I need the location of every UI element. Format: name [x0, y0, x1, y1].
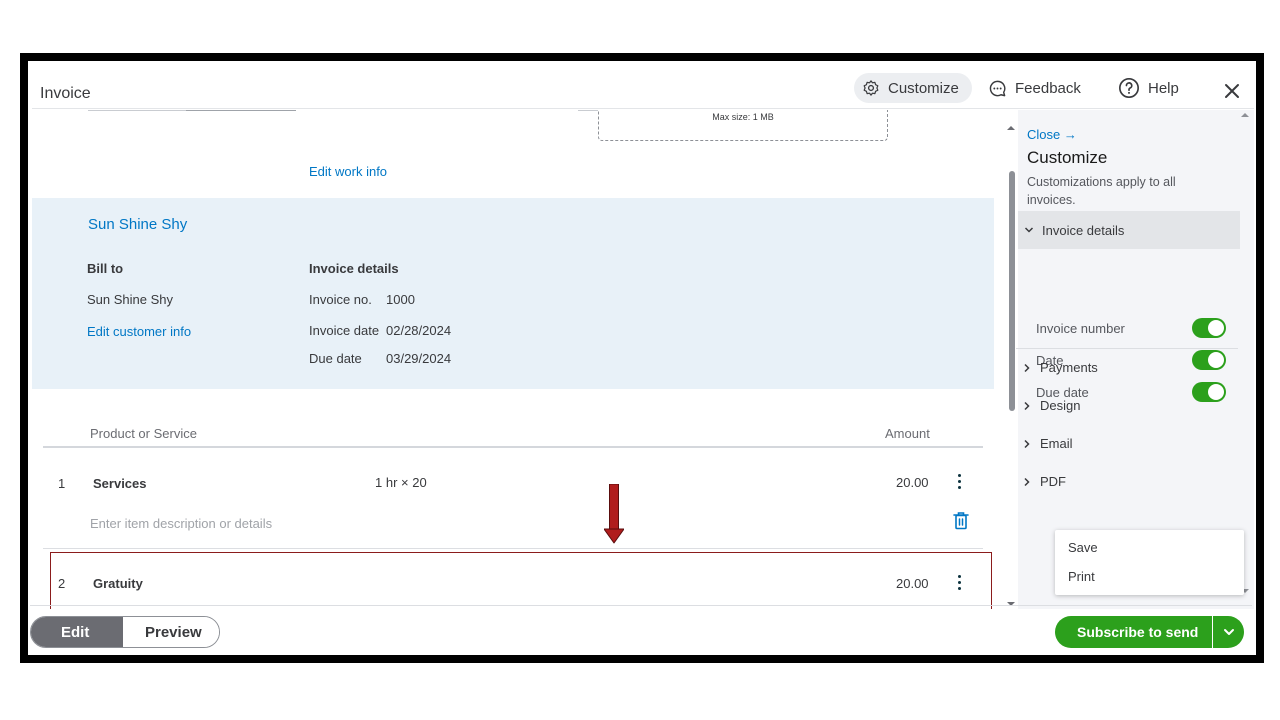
due-date-toggle[interactable]	[1192, 382, 1226, 402]
row-2-amount[interactable]: 20.00	[896, 576, 929, 591]
toggle-row-invoice-number: Invoice number	[1036, 317, 1226, 339]
edit-preview-toggle: Edit Preview	[30, 616, 220, 648]
edit-work-info-link[interactable]: Edit work info	[309, 164, 387, 179]
chevron-right-icon	[1024, 439, 1030, 448]
row-1-amount[interactable]: 20.00	[896, 475, 929, 490]
main-scrollbar[interactable]	[1004, 113, 1018, 609]
divider	[88, 110, 186, 111]
due-date-row: Due date 03/29/2024	[309, 351, 451, 366]
help-button[interactable]: Help	[1118, 73, 1179, 103]
customize-panel-title: Customize	[1027, 148, 1108, 167]
section-invoice-details[interactable]: Invoice details	[1018, 211, 1240, 249]
red-arrow-down-icon	[604, 484, 624, 544]
trash-icon[interactable]	[953, 511, 969, 530]
chat-bubble-icon	[989, 80, 1006, 96]
menu-item-save[interactable]: Save	[1068, 540, 1098, 555]
section-pdf-label: PDF	[1040, 474, 1066, 489]
menu-item-print[interactable]: Print	[1068, 569, 1095, 584]
toggle-label: Invoice number	[1036, 320, 1125, 336]
scroll-up-icon[interactable]	[1004, 123, 1018, 133]
help-icon	[1119, 78, 1139, 98]
date-toggle[interactable]	[1192, 350, 1226, 370]
invoice-number-row: Invoice no. 1000	[309, 292, 415, 307]
row-1-qty-rate[interactable]: 1 hr × 20	[375, 475, 427, 490]
invoice-number-toggle[interactable]	[1192, 318, 1226, 338]
chevron-right-icon	[1024, 401, 1030, 410]
section-payments[interactable]: Payments	[1022, 360, 1098, 375]
invoice-details-heading: Invoice details	[309, 261, 399, 276]
edit-mode-button[interactable]: Edit	[31, 617, 123, 647]
send-options-menu: Save Print	[1055, 530, 1244, 595]
chevron-down-icon	[1024, 227, 1034, 233]
chevron-right-icon	[1024, 363, 1030, 372]
invoice-date-label: Invoice date	[309, 323, 380, 338]
row-2-more-icon[interactable]	[953, 574, 965, 592]
row-1-number: 1	[58, 476, 66, 491]
section-design-label: Design	[1040, 398, 1081, 413]
header-bar: Invoice Customize Feedback Help	[32, 65, 1254, 109]
invoice-date-row: Invoice date 02/28/2024	[309, 323, 451, 338]
customer-name-link[interactable]: Sun Shine Shy	[88, 216, 187, 233]
customize-panel-subtitle: Customizations apply to all invoices.	[1027, 175, 1176, 207]
bill-to-name: Sun Shine Shy	[87, 292, 174, 307]
invoice-main: Max size: 1 MB Edit work info Sun Shine …	[32, 110, 1000, 609]
feedback-label: Feedback	[1015, 79, 1081, 97]
section-email-label: Email	[1040, 436, 1073, 451]
section-payments-label: Payments	[1040, 360, 1098, 375]
row-1-more-icon[interactable]	[953, 473, 965, 491]
due-date-label: Due date	[309, 351, 362, 366]
divider	[186, 110, 296, 111]
gear-icon	[863, 80, 879, 96]
footer-divider	[30, 605, 1252, 606]
invoice-number-label: Invoice no.	[309, 292, 372, 307]
invoice-date-value: 02/28/2024	[386, 323, 452, 338]
row-2-product[interactable]: Gratuity	[93, 576, 143, 591]
close-panel-link[interactable]: Close →	[1027, 127, 1077, 142]
page-title: Invoice	[40, 85, 91, 102]
divider	[578, 110, 598, 111]
table-header-divider	[43, 446, 983, 448]
footer-bar: Edit Preview Subscribe to send	[30, 608, 1252, 650]
invoice-number-value: 1000	[386, 292, 415, 307]
help-label: Help	[1148, 79, 1179, 97]
chevron-right-icon	[1024, 477, 1030, 486]
feedback-button[interactable]: Feedback	[988, 73, 1081, 103]
section-pdf[interactable]: PDF	[1022, 474, 1066, 489]
section-email[interactable]: Email	[1022, 436, 1073, 451]
customize-label: Customize	[888, 79, 959, 97]
bill-to-heading: Bill to	[87, 261, 124, 276]
subscribe-to-send-button: Subscribe to send	[1055, 616, 1244, 648]
row-1-description-input[interactable]: Enter item description or details	[90, 516, 272, 531]
row-2-number: 2	[58, 576, 66, 591]
edit-customer-info-link[interactable]: Edit customer info	[87, 324, 191, 339]
customize-button[interactable]: Customize	[854, 73, 972, 103]
row-divider	[43, 548, 983, 549]
row-1-product[interactable]: Services	[93, 476, 147, 491]
due-date-value: 03/29/2024	[386, 351, 452, 366]
chevron-down-icon	[1223, 629, 1234, 635]
col-header-product: Product or Service	[90, 426, 197, 441]
customer-panel: Sun Shine Shy Bill to Sun Shine Shy Edit…	[32, 198, 994, 389]
send-options-dropdown[interactable]	[1213, 616, 1244, 648]
preview-mode-button[interactable]: Preview	[123, 617, 219, 647]
logo-upload-zone[interactable]: Max size: 1 MB	[598, 110, 888, 141]
col-header-amount: Amount	[885, 426, 930, 441]
subscribe-to-send-label[interactable]: Subscribe to send	[1055, 616, 1213, 648]
main-scrollbar-thumb[interactable]	[1009, 171, 1015, 411]
close-icon[interactable]	[1222, 81, 1242, 101]
highlighted-row-2	[50, 552, 992, 609]
section-invoice-details-label: Invoice details	[1042, 222, 1125, 238]
upload-max-size: Max size: 1 MB	[712, 112, 774, 122]
section-design[interactable]: Design	[1022, 398, 1080, 413]
